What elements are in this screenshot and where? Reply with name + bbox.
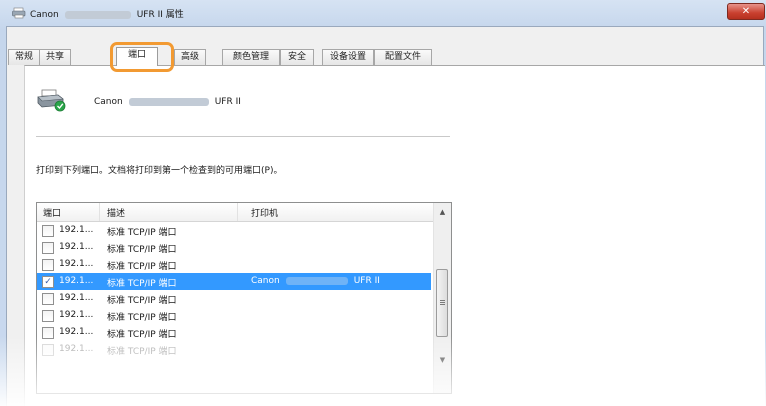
port-row[interactable]: 192.1... 标准 TCP/IP 端口 xyxy=(37,341,431,358)
printer-name-suffix: UFR II xyxy=(214,97,241,107)
port-description: 标准 TCP/IP 端口 xyxy=(107,296,177,306)
port-row[interactable]: 192.1... 标准 TCP/IP 端口 xyxy=(37,307,431,324)
port-row[interactable]: 192.1... 标准 TCP/IP 端口 xyxy=(37,222,431,239)
port-name: 192.1... xyxy=(59,276,94,286)
port-checkbox[interactable] xyxy=(42,344,54,356)
port-row-selected[interactable]: ✓ 192.1... 标准 TCP/IP 端口 Canon UFR II xyxy=(37,273,431,290)
redacted-model xyxy=(64,10,131,19)
column-separator[interactable] xyxy=(237,203,238,221)
column-header-printer[interactable]: 打印机 xyxy=(251,206,278,219)
tab-ports[interactable]: 端口 xyxy=(116,47,158,66)
tab-general[interactable]: 常规 xyxy=(8,49,40,65)
port-list-header: 端口 描述 打印机 xyxy=(37,203,433,222)
port-description: 标准 TCP/IP 端口 xyxy=(107,279,177,289)
column-separator[interactable] xyxy=(99,203,100,221)
port-name: 192.1... xyxy=(59,327,94,337)
title-bar[interactable]: Canon UFR II 属性 ✕ xyxy=(0,0,766,26)
tab-device-settings[interactable]: 设备设置 xyxy=(322,49,374,65)
grip-line xyxy=(440,300,445,301)
grip-line xyxy=(440,302,445,303)
port-checkbox[interactable] xyxy=(42,327,54,339)
scroll-down-icon[interactable]: ▼ xyxy=(436,353,449,367)
port-printer-prefix: Canon xyxy=(251,276,280,286)
window-title: Canon UFR II 属性 xyxy=(30,7,184,20)
printer-default-icon xyxy=(37,89,66,112)
port-checkbox-checked[interactable]: ✓ xyxy=(42,276,54,288)
scrollbar-thumb[interactable] xyxy=(436,269,448,337)
close-icon: ✕ xyxy=(741,6,751,17)
window-title-suffix: UFR II 属性 xyxy=(136,10,184,20)
printer-properties-window: Canon UFR II 属性 ✕ 常规 共享 端口 高级 颜色管理 安全 设备设… xyxy=(0,0,766,406)
separator xyxy=(36,136,450,137)
tab-color-management[interactable]: 颜色管理 xyxy=(222,49,280,65)
port-row[interactable]: 192.1... 标准 TCP/IP 端口 xyxy=(37,290,431,307)
printer-name-prefix: Canon xyxy=(94,97,123,107)
port-row[interactable]: 192.1... 标准 TCP/IP 端口 xyxy=(37,239,431,256)
port-checkbox[interactable] xyxy=(42,242,54,254)
port-row[interactable]: 192.1... 标准 TCP/IP 端口 xyxy=(37,256,431,273)
port-printer: Canon UFR II xyxy=(251,276,380,286)
printer-name: Canon UFR II xyxy=(94,97,241,107)
tab-advanced[interactable]: 高级 xyxy=(174,49,206,65)
scroll-up-icon[interactable]: ▲ xyxy=(436,205,449,219)
window-title-prefix: Canon xyxy=(30,10,59,20)
port-name: 192.1... xyxy=(59,293,94,303)
grip-line xyxy=(440,304,445,305)
column-header-port[interactable]: 端口 xyxy=(43,206,61,219)
tab-profile[interactable]: 配置文件 xyxy=(374,49,432,65)
port-name: 192.1... xyxy=(59,310,94,320)
port-description: 标准 TCP/IP 端口 xyxy=(107,330,177,340)
redacted-model xyxy=(285,276,348,285)
port-list-scrollbar[interactable]: ▲ ▼ xyxy=(433,203,451,393)
port-name: 192.1... xyxy=(59,344,94,354)
port-description: 标准 TCP/IP 端口 xyxy=(107,262,177,272)
port-checkbox[interactable] xyxy=(42,293,54,305)
tab-sharing[interactable]: 共享 xyxy=(39,49,71,65)
port-description: 标准 TCP/IP 端口 xyxy=(107,245,177,255)
port-checkbox[interactable] xyxy=(42,225,54,237)
port-row[interactable]: 192.1... 标准 TCP/IP 端口 xyxy=(37,324,431,341)
port-name: 192.1... xyxy=(59,242,94,252)
port-printer-suffix: UFR II xyxy=(353,276,380,286)
port-description: 标准 TCP/IP 端口 xyxy=(107,228,177,238)
port-description: 标准 TCP/IP 端口 xyxy=(107,313,177,323)
port-description: 标准 TCP/IP 端口 xyxy=(107,347,177,357)
close-button[interactable]: ✕ xyxy=(727,3,765,20)
port-checkbox[interactable] xyxy=(42,310,54,322)
redacted-model xyxy=(128,97,209,106)
port-list[interactable]: 端口 描述 打印机 192.1... 标准 TCP/IP 端口 192.1...… xyxy=(36,202,452,394)
column-header-description[interactable]: 描述 xyxy=(107,206,125,219)
port-name: 192.1... xyxy=(59,225,94,235)
port-name: 192.1... xyxy=(59,259,94,269)
ports-instruction: 打印到下列端口。文档将打印到第一个检查到的可用端口(P)。 xyxy=(36,166,283,176)
printer-icon xyxy=(12,7,26,19)
port-checkbox[interactable] xyxy=(42,259,54,271)
tab-security[interactable]: 安全 xyxy=(280,49,314,65)
